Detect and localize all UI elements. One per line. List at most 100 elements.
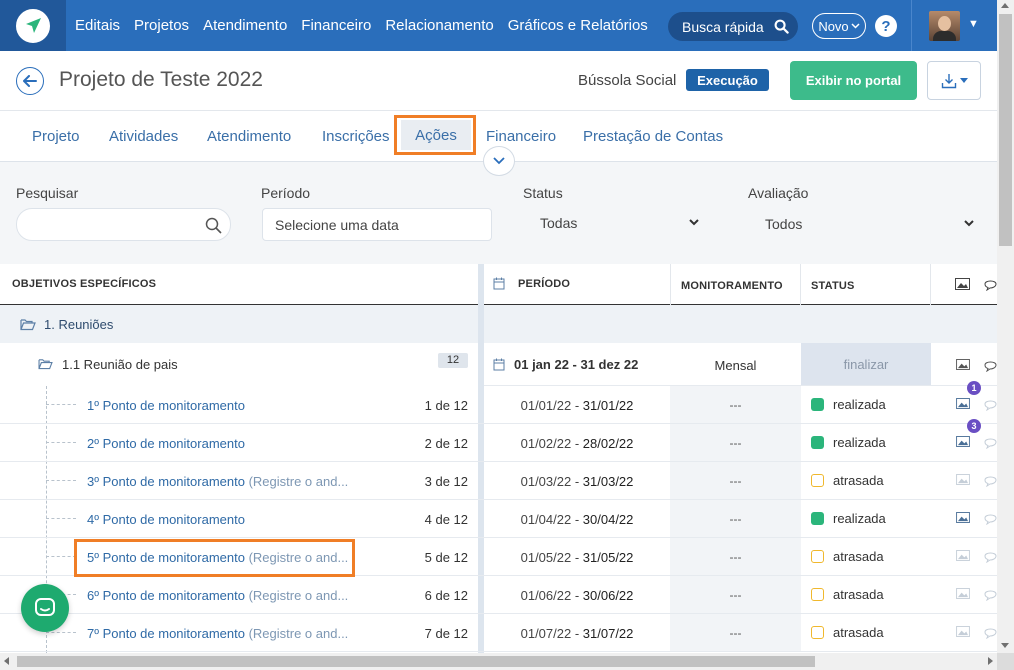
table-row[interactable]: 6º Ponto de monitoramento (Registre o an… (0, 576, 997, 614)
search-icon (774, 19, 789, 34)
comment-icon[interactable] (984, 398, 997, 411)
chevron-down-icon[interactable] (689, 219, 699, 226)
tab-atividades[interactable]: Atividades (109, 128, 178, 145)
scroll-left-arrow-icon[interactable] (4, 657, 9, 665)
avatar[interactable] (929, 11, 960, 41)
comment-icon[interactable] (984, 436, 997, 449)
status-cell[interactable]: atrasada (811, 625, 884, 640)
monitoring-period: 01/01/22 - 31/01/22 (484, 398, 670, 413)
monitoring-point-link[interactable]: 6º Ponto de monitoramento (Registre o an… (87, 588, 348, 603)
nav-item-relacionamento[interactable]: Relacionamento (385, 17, 493, 34)
scroll-right-arrow-icon[interactable] (988, 657, 993, 665)
quick-search-label: Busca rápida (682, 18, 764, 35)
comment-icon[interactable] (984, 550, 997, 563)
attachment-count-badge: 3 (967, 419, 981, 433)
image-icon[interactable] (956, 398, 970, 409)
comment-icon[interactable] (984, 359, 997, 372)
tree-connector (46, 632, 76, 633)
app-logo[interactable] (0, 0, 66, 51)
tree-connector (46, 404, 76, 405)
status-cell[interactable]: atrasada (811, 587, 884, 602)
subgroup-row-details: 01 jan 22 - 31 dez 22 Mensal finalizar (484, 343, 997, 386)
horizontal-scrollbar[interactable] (0, 653, 997, 670)
monitoring-period: 01/03/22 - 31/03/22 (484, 474, 670, 489)
vertical-scrollbar[interactable] (997, 0, 1014, 653)
period-label: Período (261, 185, 311, 201)
tab-projeto[interactable]: Projeto (32, 128, 80, 145)
finalize-button[interactable]: finalizar (801, 343, 931, 385)
user-menu-caret-icon[interactable]: ▼ (968, 18, 979, 30)
evaluation-filter-label: Avaliação (748, 185, 809, 201)
tab-atendimento[interactable]: Atendimento (207, 128, 291, 145)
monitoring-point-link[interactable]: 3º Ponto de monitoramento (Registre o an… (87, 474, 348, 489)
table-row[interactable]: 2º Ponto de monitoramento 2 de 12 01/02/22… (0, 419, 997, 462)
image-icon[interactable] (956, 436, 970, 447)
new-button[interactable]: Novo (812, 13, 866, 39)
status-cell[interactable]: realizada (811, 511, 886, 526)
monitoring-value: --- (729, 550, 742, 564)
status-badge: Execução (686, 69, 769, 91)
show-in-portal-button[interactable]: Exibir no portal (790, 61, 917, 100)
nav-item-projetos[interactable]: Projetos (134, 17, 189, 34)
tab-inscricoes[interactable]: Inscrições (322, 128, 390, 145)
period-start: 01/05/22 (520, 550, 572, 565)
monitoring-point-link[interactable]: 1º Ponto de monitoramento (87, 398, 245, 413)
scroll-down-arrow-icon[interactable] (1001, 643, 1009, 648)
status-square-icon (811, 398, 824, 411)
collapse-filters-button[interactable] (483, 146, 515, 176)
table-row[interactable]: 3º Ponto de monitoramento (Registre o an… (0, 462, 997, 500)
search-input[interactable] (16, 208, 231, 241)
nav-item-editais[interactable]: Editais (75, 17, 120, 34)
status-cell[interactable]: atrasada (811, 473, 884, 488)
monitoring-point-count: 5 de 12 (424, 550, 468, 565)
period-end: 30/04/22 (582, 512, 634, 527)
evaluation-select[interactable]: Todos (765, 216, 802, 232)
chevron-down-icon (493, 157, 505, 165)
comment-icon[interactable] (984, 626, 997, 639)
nav-item-financeiro[interactable]: Financeiro (301, 17, 371, 34)
tab-prestacao-de-contas[interactable]: Prestação de Contas (583, 128, 723, 145)
image-icon[interactable] (956, 512, 970, 523)
status-square-icon (811, 512, 824, 525)
filter-bar: Pesquisar Período Selecione uma data Sta… (0, 162, 997, 264)
table-row[interactable]: 4º Ponto de monitoramento 4 de 12 01/04/22… (0, 500, 997, 538)
monitoring-value: --- (729, 512, 742, 526)
help-icon[interactable]: ? (875, 15, 897, 37)
group-row-reunioes[interactable]: 1. Reuniões (0, 305, 997, 343)
monitoring-point-link[interactable]: 4º Ponto de monitoramento (87, 512, 245, 527)
image-icon[interactable] (956, 474, 970, 485)
chevron-down-icon[interactable] (964, 220, 974, 227)
table-row[interactable]: 7º Ponto de monitoramento (Registre o an… (0, 614, 997, 652)
period-date-picker[interactable]: Selecione uma data (262, 208, 492, 241)
scrollbar-thumb[interactable] (999, 14, 1012, 246)
status-cell[interactable]: realizada (811, 397, 886, 412)
image-icon[interactable] (956, 359, 970, 370)
monitoring-point-count: 2 de 12 (424, 436, 468, 451)
scrollbar-thumb[interactable] (17, 656, 815, 667)
quick-search-button[interactable]: Busca rápida (668, 12, 798, 41)
tab-financeiro[interactable]: Financeiro (486, 128, 556, 145)
comment-icon[interactable] (984, 474, 997, 487)
chat-widget-button[interactable] (21, 584, 69, 632)
nav-item-graficos[interactable]: Gráficos e Relatórios (508, 17, 648, 34)
comment-icon[interactable] (984, 588, 997, 601)
subgroup-row[interactable]: 1.1 Reunião de pais 12 (0, 343, 478, 386)
status-select[interactable]: Todas (540, 215, 577, 231)
monitoring-point-link[interactable]: 7º Ponto de monitoramento (Registre o an… (87, 626, 348, 641)
comment-icon[interactable] (984, 512, 997, 525)
back-button[interactable] (16, 67, 44, 95)
nav-item-atendimento[interactable]: Atendimento (203, 17, 287, 34)
export-dropdown-button[interactable] (927, 61, 981, 100)
image-icon[interactable] (956, 550, 970, 561)
chat-icon (35, 598, 55, 616)
scroll-up-arrow-icon[interactable] (1001, 3, 1009, 8)
nav-divider (911, 0, 912, 51)
image-icon[interactable] (956, 626, 970, 637)
status-cell[interactable]: realizada (811, 435, 886, 450)
status-cell[interactable]: atrasada (811, 549, 884, 564)
period-end: 31/05/22 (582, 550, 634, 565)
table-row[interactable]: 1º Ponto de monitoramento 1 de 12 01/01/22… (0, 381, 997, 424)
image-icon[interactable] (956, 588, 970, 599)
monitoring-point-link[interactable]: 2º Ponto de monitoramento (87, 436, 245, 451)
top-navbar: Editais Projetos Atendimento Financeiro … (0, 0, 997, 51)
